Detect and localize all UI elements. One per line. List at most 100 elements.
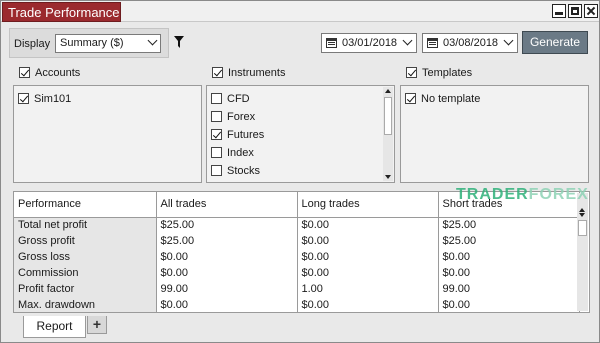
watermark-part2: FOREX (528, 186, 589, 203)
instruments-checkbox[interactable] (212, 67, 223, 78)
table-cell: $0.00 (156, 297, 298, 312)
row-label: Max. drawdown (14, 297, 157, 312)
column-header[interactable]: Performance (14, 192, 157, 218)
instruments-label: Instruments (228, 67, 286, 79)
row-label: Total net profit (14, 217, 157, 233)
table-cell: $0.00 (156, 249, 298, 265)
templates-label: Templates (422, 67, 473, 79)
display-select[interactable]: Summary ($) (55, 34, 161, 53)
list-item[interactable]: Stocks (211, 165, 260, 177)
date-from-picker[interactable]: 03/01/2018 (321, 33, 417, 53)
templates-panel: No template (400, 85, 589, 183)
row-label: Gross loss (14, 249, 157, 265)
instruments-header[interactable]: Instruments (212, 67, 285, 79)
item-label: Index (227, 147, 254, 159)
watermark-part1: TRADER (456, 186, 529, 203)
date-to-value: 03/08/2018 (443, 37, 499, 49)
chevron-down-icon (147, 35, 158, 46)
row-label: Profit factor (14, 281, 157, 297)
table-cell: $25.00 (438, 217, 580, 233)
item-label: Forex (227, 111, 256, 123)
table-cell: $25.00 (156, 217, 298, 233)
scroll-up-icon[interactable] (385, 89, 391, 93)
item-checkbox[interactable] (211, 129, 222, 140)
table-row[interactable]: Gross loss $0.00 $0.00 $0.00 (14, 249, 580, 265)
table-cell: $0.00 (438, 265, 580, 281)
toolbar: Display Summary ($) 03/01/2018 03/08/201… (9, 28, 594, 58)
item-label: No template (421, 93, 481, 105)
scroll-down-icon[interactable] (579, 213, 585, 217)
list-item[interactable]: CFD (211, 93, 250, 105)
table-cell: $0.00 (297, 265, 439, 281)
chevron-down-icon (503, 35, 514, 46)
watermark-logo: TRADERFOREX (456, 186, 589, 204)
calendar-icon (427, 38, 438, 48)
item-checkbox[interactable] (18, 93, 29, 104)
list-item[interactable]: Index (211, 147, 254, 159)
tab-report[interactable]: Report (23, 316, 86, 338)
item-label: Sim101 (34, 93, 72, 105)
window-title: Trade Performance (2, 2, 121, 22)
filter-icon[interactable] (174, 36, 184, 48)
performance-table: Performance All trades Long trades Short… (14, 192, 580, 312)
table-cell: $0.00 (438, 249, 580, 265)
date-from-value: 03/01/2018 (342, 37, 398, 49)
generate-button[interactable]: Generate (522, 31, 588, 54)
table-cell: 99.00 (438, 281, 580, 297)
templates-checkbox[interactable] (406, 67, 417, 78)
scrollbar-thumb[interactable] (578, 220, 587, 236)
item-checkbox[interactable] (211, 93, 222, 104)
templates-header[interactable]: Templates (406, 67, 472, 79)
table-cell: 1.00 (297, 281, 439, 297)
performance-grid: Performance All trades Long trades Short… (13, 191, 590, 313)
minimize-icon[interactable] (552, 4, 566, 18)
display-select-value: Summary ($) (60, 37, 124, 49)
scroll-up-icon[interactable] (579, 208, 585, 212)
table-cell: 99.00 (156, 281, 298, 297)
list-item[interactable]: No template (405, 93, 480, 105)
table-row[interactable]: Max. drawdown $0.00 $0.00 $0.00 (14, 297, 580, 312)
column-header[interactable]: Long trades (297, 192, 439, 218)
maximize-icon[interactable] (568, 4, 582, 18)
table-cell: $0.00 (297, 297, 439, 312)
list-item[interactable]: Sim101 (18, 93, 71, 105)
item-label: Stocks (227, 165, 261, 177)
table-row[interactable]: Total net profit $25.00 $0.00 $25.00 (14, 217, 580, 233)
table-cell: $25.00 (438, 233, 580, 249)
table-cell: $0.00 (297, 249, 439, 265)
row-label: Commission (14, 265, 157, 281)
table-row[interactable]: Commission $0.00 $0.00 $0.00 (14, 265, 580, 281)
table-cell: $0.00 (156, 265, 298, 281)
list-item[interactable]: Futures (211, 129, 264, 141)
instruments-scrollbar[interactable] (383, 87, 393, 181)
accounts-checkbox[interactable] (19, 67, 30, 78)
accounts-label: Accounts (35, 67, 81, 79)
item-checkbox[interactable] (405, 93, 416, 104)
table-cell: $0.00 (438, 297, 580, 312)
list-item[interactable]: Forex (211, 111, 255, 123)
item-label: Futures (227, 129, 265, 141)
table-row[interactable]: Profit factor 99.00 1.00 99.00 (14, 281, 580, 297)
add-tab-button[interactable]: + (87, 316, 107, 334)
scrollbar-thumb[interactable] (384, 97, 392, 135)
table-cell: $0.00 (297, 233, 439, 249)
title-bar: Trade Performance (1, 1, 599, 22)
date-to-picker[interactable]: 03/08/2018 (422, 33, 518, 53)
scroll-down-icon[interactable] (385, 175, 391, 179)
column-header[interactable]: All trades (156, 192, 298, 218)
accounts-header[interactable]: Accounts (19, 67, 80, 79)
table-row[interactable]: Gross profit $25.00 $0.00 $25.00 (14, 233, 580, 249)
row-label: Gross profit (14, 233, 157, 249)
close-icon[interactable] (584, 4, 598, 18)
item-checkbox[interactable] (211, 165, 222, 176)
item-checkbox[interactable] (211, 111, 222, 122)
chevron-down-icon (402, 35, 413, 46)
trade-performance-window: Trade Performance Display Summary ($) 03… (0, 0, 600, 343)
item-checkbox[interactable] (211, 147, 222, 158)
grid-scrollbar[interactable] (577, 193, 588, 311)
item-label: CFD (227, 93, 250, 105)
calendar-icon (326, 38, 337, 48)
display-label: Display (14, 38, 51, 50)
display-group: Display Summary ($) (9, 28, 169, 58)
accounts-panel: Sim101 (13, 85, 202, 183)
